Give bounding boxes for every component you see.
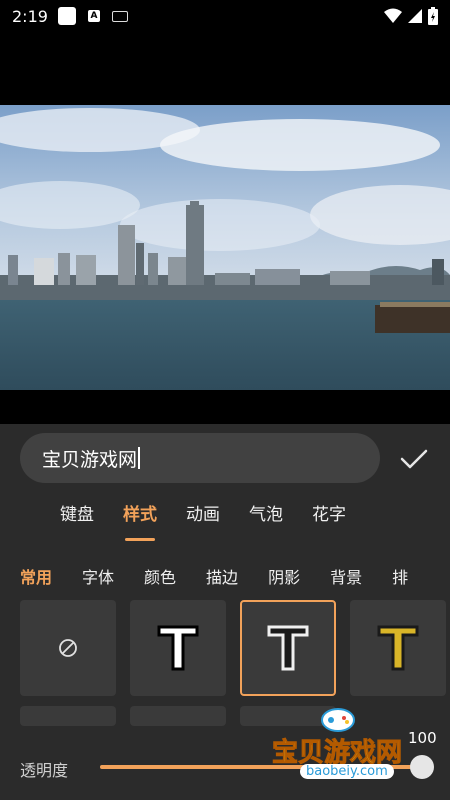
main-tabs: 键盘 样式 动画 气泡 花字: [60, 500, 346, 541]
tab-animation[interactable]: 动画: [186, 500, 220, 540]
tab-fancy-text[interactable]: 花字: [312, 500, 346, 540]
status-time: 2:19: [12, 6, 48, 26]
status-bar: 2:19 A: [0, 0, 450, 32]
subtab-stroke[interactable]: 描边: [206, 564, 238, 588]
subtab-color[interactable]: 颜色: [144, 564, 176, 588]
tab-style[interactable]: 样式: [123, 500, 157, 541]
watermark-url: baobeiy.com: [300, 764, 394, 779]
video-thumbnail: [0, 105, 450, 390]
video-frame[interactable]: [0, 105, 450, 390]
subtab-background[interactable]: 背景: [330, 564, 362, 588]
style-preset-row2[interactable]: [130, 706, 226, 726]
t-text-style-icon: [377, 625, 419, 671]
style-preset-white-outline[interactable]: [130, 600, 226, 696]
tab-bubble[interactable]: 气泡: [249, 500, 283, 540]
app-notification-icon: [57, 7, 76, 25]
style-sub-tabs: 常用 字体 颜色 描边 阴影 背景 排: [20, 564, 408, 588]
text-input-field[interactable]: 宝贝游戏网: [20, 433, 380, 483]
style-preset-dark-outline[interactable]: [240, 600, 336, 696]
style-preset-gold[interactable]: [350, 600, 446, 696]
subtab-font[interactable]: 字体: [82, 564, 114, 588]
keyboard-icon: [111, 10, 128, 22]
gamepad-icon: [321, 708, 355, 732]
check-icon: [400, 449, 428, 469]
signal-icon: [408, 9, 422, 23]
battery-icon: [428, 7, 438, 25]
wifi-icon: [384, 8, 402, 23]
subtab-layout[interactable]: 排: [392, 564, 408, 588]
tab-keyboard[interactable]: 键盘: [60, 500, 94, 540]
subtab-common[interactable]: 常用: [20, 564, 52, 588]
text-caret: [138, 447, 141, 469]
t-text-style-icon: [157, 625, 199, 671]
video-preview-area: [0, 32, 450, 424]
subtab-shadow[interactable]: 阴影: [268, 564, 300, 588]
style-preset-none[interactable]: [20, 600, 116, 696]
t-text-style-icon: [267, 625, 309, 671]
confirm-button[interactable]: [396, 441, 432, 477]
style-preset-row2[interactable]: [20, 706, 116, 726]
text-input-value: 宝贝游戏网: [42, 448, 138, 471]
a-notification-icon: A: [87, 10, 100, 22]
no-style-icon: [59, 639, 77, 657]
watermark-logo: 宝贝游戏网 baobeiy.com: [271, 704, 422, 784]
opacity-label: 透明度: [20, 761, 69, 780]
